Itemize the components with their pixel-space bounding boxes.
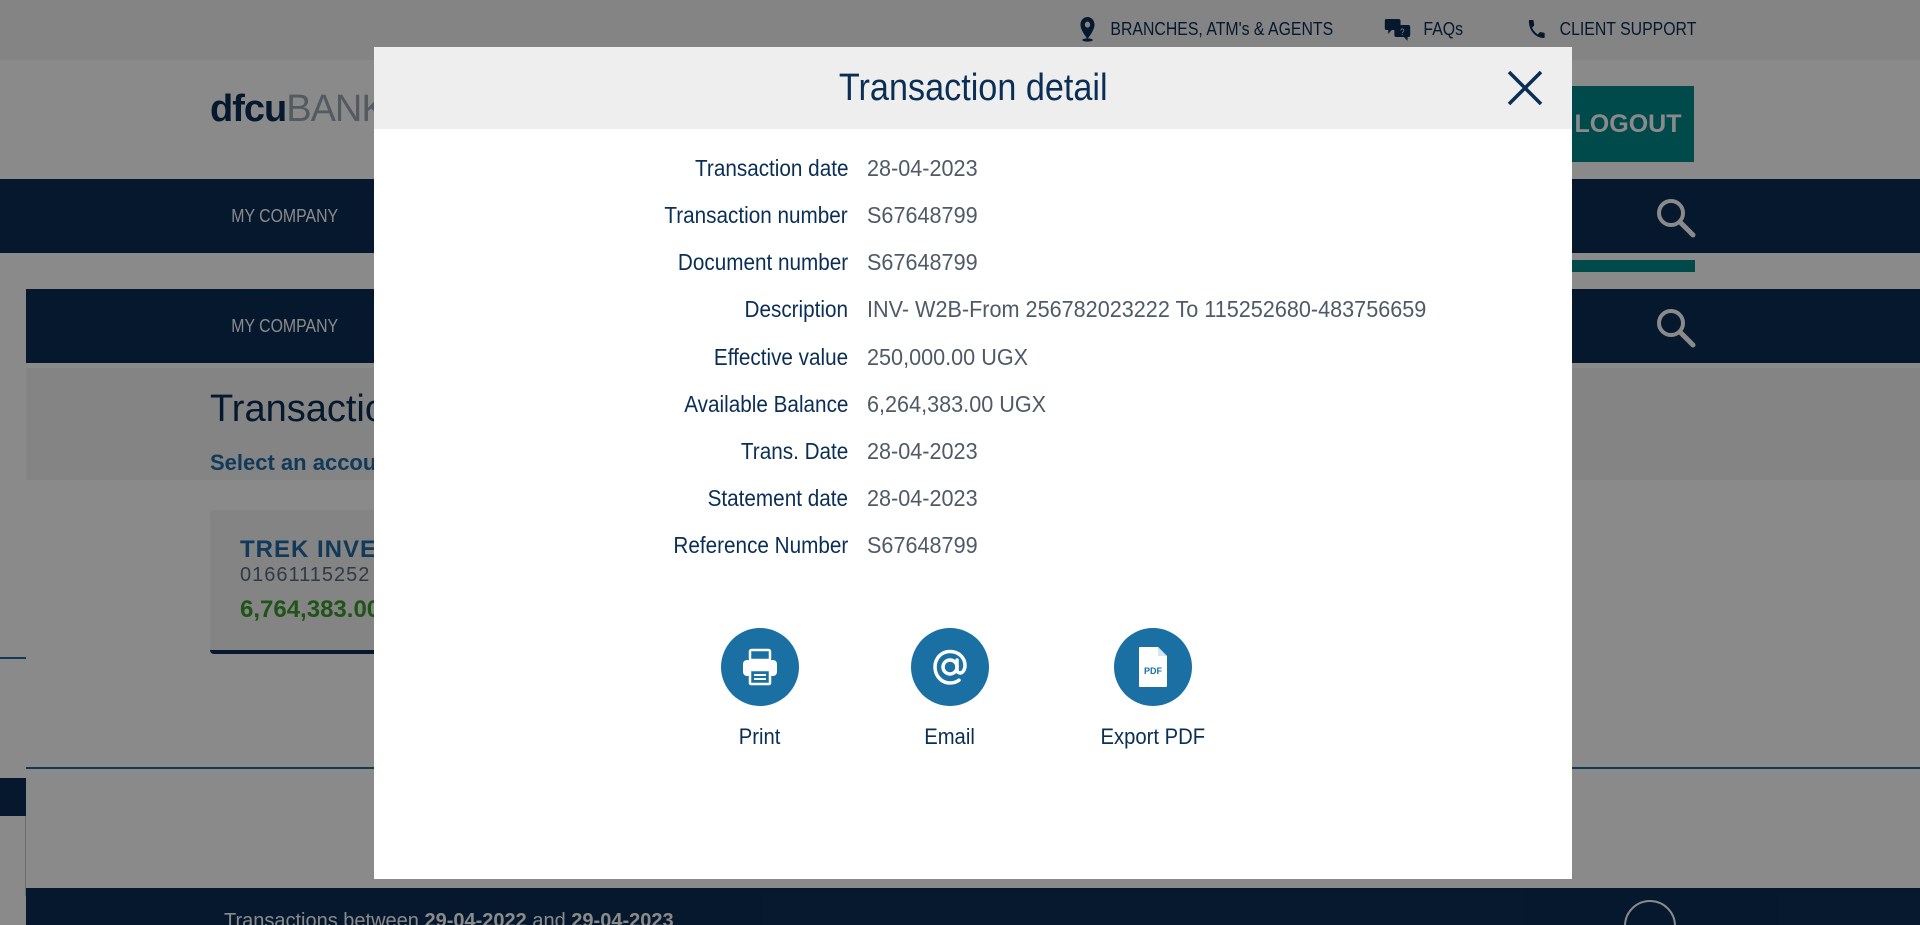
detail-value: INV- W2B-From 256782023222 To 115252680-…: [867, 296, 1427, 322]
detail-value: 28-04-2023: [867, 155, 978, 181]
detail-row-effective-value: Effective value 250,000.00 UGX: [374, 344, 1572, 376]
print-button-circle[interactable]: [721, 628, 799, 706]
modal-title-text: Transaction detail: [838, 67, 1108, 109]
modal-title: Transaction detail: [374, 47, 1572, 129]
print-button[interactable]: Print: [710, 628, 810, 750]
detail-row-available-balance: Available Balance 6,264,383.00 UGX: [374, 391, 1572, 423]
modal-header: Transaction detail: [374, 47, 1572, 129]
pdf-file-icon: PDF: [1139, 647, 1167, 687]
detail-value: 250,000.00 UGX: [867, 344, 1029, 370]
detail-row-reference-number: Reference Number S67648799: [374, 532, 1572, 564]
print-label: Print: [739, 724, 781, 749]
detail-row-transaction-number: Transaction number S67648799: [374, 202, 1572, 234]
detail-value: 28-04-2023: [867, 438, 978, 464]
email-button-circle[interactable]: [911, 628, 989, 706]
detail-value: 28-04-2023: [867, 485, 978, 511]
detail-row-trans-date: Trans. Date 28-04-2023: [374, 438, 1572, 470]
detail-label: Document number: [677, 249, 848, 275]
export-pdf-button-circle[interactable]: PDF: [1114, 628, 1192, 706]
detail-label: Description: [744, 296, 848, 322]
detail-row-transaction-date: Transaction date 28-04-2023: [374, 155, 1572, 187]
close-icon[interactable]: [1504, 67, 1546, 109]
transaction-detail-modal: Transaction detail Transaction date 28-0…: [374, 47, 1572, 879]
export-pdf-label: Export PDF: [1100, 724, 1206, 749]
detail-value: S67648799: [867, 532, 978, 558]
detail-label: Statement date: [707, 485, 848, 511]
export-pdf-button[interactable]: PDF Export PDF: [1088, 628, 1218, 750]
detail-label: Transaction number: [664, 202, 848, 228]
detail-label: Reference Number: [673, 532, 848, 558]
at-sign-icon: [933, 649, 967, 685]
detail-value: S67648799: [867, 202, 978, 228]
email-label: Email: [924, 724, 976, 749]
detail-value: S67648799: [867, 249, 978, 275]
printer-icon: [743, 648, 777, 686]
detail-label: Effective value: [713, 344, 848, 370]
detail-label: Trans. Date: [740, 438, 848, 464]
detail-label: Transaction date: [694, 155, 848, 181]
detail-row-document-number: Document number S67648799: [374, 249, 1572, 281]
detail-row-description: Description INV- W2B-From 256782023222 T…: [374, 296, 1572, 328]
detail-row-statement-date: Statement date 28-04-2023: [374, 485, 1572, 517]
detail-label: Available Balance: [683, 391, 848, 417]
detail-value: 6,264,383.00 UGX: [867, 391, 1047, 417]
svg-text:PDF: PDF: [1144, 666, 1163, 676]
email-button[interactable]: Email: [900, 628, 1000, 750]
